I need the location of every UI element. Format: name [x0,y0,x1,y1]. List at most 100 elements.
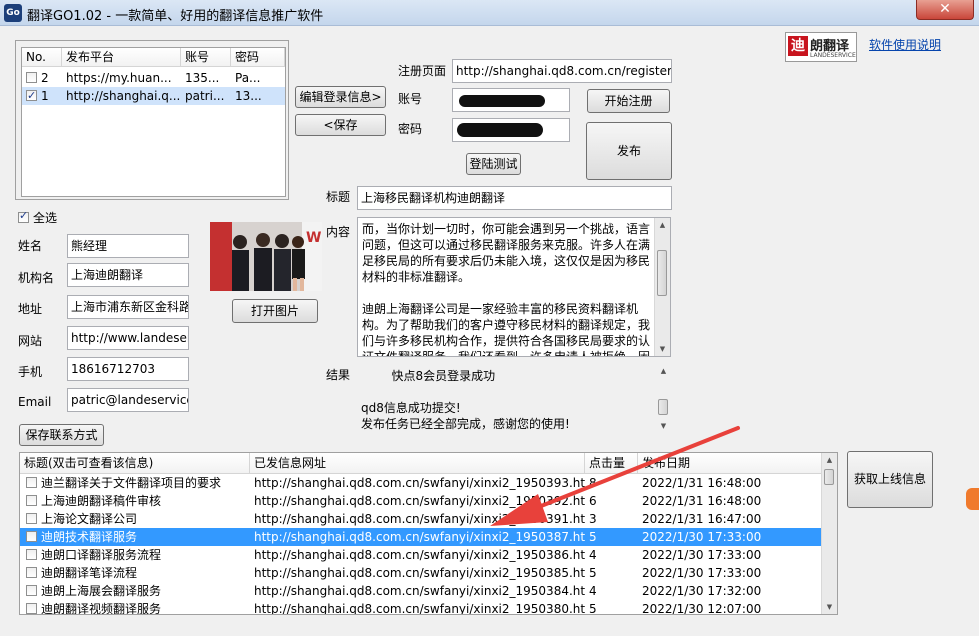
published-title: 上海迪朗翻译稿件审核 [41,494,162,508]
table-row[interactable]: 迪朗翻译笔译流程 http://shanghai.qd8.com.cn/swfan… [20,564,837,582]
app-icon: Go [4,4,22,22]
save-contact-button[interactable]: 保存联系方式 [19,424,104,446]
published-title: 迪朗技术翻译服务 [41,530,138,544]
scroll-down-arrow-icon[interactable]: ▼ [822,600,837,614]
table-row[interactable]: 迪朗上海展会翻译服务 http://shanghai.qd8.com.cn/swf… [20,582,837,600]
open-image-button[interactable]: 打开图片 [232,299,318,323]
close-button[interactable]: ✕ [916,0,974,20]
account-no: 2 [41,71,49,85]
account-password: Pa... [235,71,261,85]
edit-login-button[interactable]: 编辑登录信息> [295,86,386,108]
accounts-list[interactable]: No. 发布平台 账号 密码 2 https://my.huan... 135.… [21,47,286,197]
address-field[interactable]: 上海市浦东新区金科路 [67,295,189,319]
published-title: 迪朗翻译笔译流程 [41,566,138,580]
post-content-textarea[interactable]: 而，当你计划一切时，你可能会遇到另一个挑战，语言问题，但这可以通过移民翻译服务来… [357,217,671,357]
account-name: patri... [185,89,225,103]
post-title-label: 标题 [326,190,351,204]
published-url: http://shanghai.qd8.com.cn/swfanyi/xinxi… [254,566,585,580]
published-date: 2022/1/30 17:32:00 [642,584,762,598]
published-clicks: 5 [589,602,597,615]
published-title: 迪朗翻译视频翻译服务 [41,602,162,615]
email-field[interactable]: patric@landeservice.c [67,388,189,412]
select-all-checkbox-row[interactable]: 全选 [18,209,57,226]
account-platform: https://my.huan... [66,71,172,85]
row-title-cell: 迪朗上海展会翻译服务 [20,582,250,600]
account-row[interactable]: 1 http://shanghai.q... patri... 13... [22,87,285,105]
row-checkbox[interactable] [26,495,37,506]
published-clicks: 4 [589,584,597,598]
published-title: 上海论文翻译公司 [41,512,138,526]
phone-field[interactable]: 18616712703 [67,357,189,381]
table-row[interactable]: 迪朗口译翻译服务流程 http://shanghai.qd8.com.cn/swf… [20,546,837,564]
arrow-head-icon [490,494,548,526]
red-arrow-annotation [490,426,740,526]
window-title: 翻译GO1.02 - 一款简单、好用的翻译信息推广软件 [27,9,324,24]
account-checkbox[interactable] [26,87,37,105]
fetch-online-button[interactable]: 获取上线信息 [847,451,933,508]
row-checkbox[interactable] [26,477,37,488]
account-field[interactable] [452,88,570,112]
select-all-checkbox[interactable] [18,209,29,223]
account-password: 13... [235,89,262,103]
account-row[interactable]: 2 https://my.huan... 135... Pa... [22,69,285,87]
scroll-up-arrow-icon[interactable]: ▲ [656,364,671,378]
post-content-text: 而，当你计划一切时，你可能会遇到另一个挑战，语言问题，但这可以通过移民翻译服务来… [362,222,651,357]
row-title-cell: 上海论文翻译公司 [20,510,250,528]
content-scrollbar[interactable]: ▲ ▼ [654,218,670,356]
website-label: 网站 [18,334,43,348]
accounts-header-platform[interactable]: 发布平台 [62,48,181,66]
address-label: 地址 [18,302,43,316]
published-clicks: 5 [589,566,597,580]
org-field[interactable]: 上海迪朗翻译 [67,263,189,287]
edge-widget-icon[interactable] [966,488,979,510]
published-title: 迪兰翻译关于文件翻译项目的要求 [41,476,222,490]
name-label: 姓名 [18,239,43,253]
table-row[interactable]: 迪朗翻译视频翻译服务 http://shanghai.qd8.com.cn/swf… [20,600,837,615]
account-checkbox[interactable] [26,72,37,83]
published-date: 2022/1/30 17:33:00 [642,548,762,562]
row-checkbox[interactable] [26,513,37,524]
row-title-cell: 迪兰翻译关于文件翻译项目的要求 [20,474,250,492]
accounts-header-password[interactable]: 密码 [231,48,285,66]
name-field[interactable]: 熊经理 [67,234,189,258]
scroll-thumb[interactable] [824,469,834,485]
published-title: 迪朗上海展会翻译服务 [41,584,162,598]
scroll-up-arrow-icon[interactable]: ▲ [655,218,670,232]
logo-char: 迪 [788,36,808,56]
email-label: Email [18,395,52,409]
password-field[interactable] [452,118,570,142]
accounts-header-account[interactable]: 账号 [181,48,231,66]
svg-text:W: W [306,230,321,246]
row-checkbox[interactable] [26,603,37,614]
image-preview: W [210,222,322,291]
row-title-cell: 迪朗翻译视频翻译服务 [20,600,250,615]
accounts-header-no[interactable]: No. [22,48,62,66]
row-checkbox[interactable] [26,567,37,578]
published-title: 迪朗口译翻译服务流程 [41,548,162,562]
row-checkbox[interactable] [26,549,37,560]
redacted-password [457,123,543,137]
publish-button[interactable]: 发布 [586,122,672,180]
save-button[interactable]: <保存 [295,114,386,136]
row-checkbox[interactable] [26,531,37,542]
arrow-shaft [524,426,740,514]
published-scrollbar[interactable]: ▲ ▼ [821,453,837,614]
row-title-cell: 迪朗翻译笔译流程 [20,564,250,582]
post-title-field[interactable]: 上海移民翻译机构迪朗翻译 [357,186,672,210]
published-date: 2022/1/30 12:07:00 [642,602,762,615]
scroll-thumb[interactable] [657,250,667,296]
help-link[interactable]: 软件使用说明 [869,36,941,53]
website-field[interactable]: http://www.landeser [67,326,189,350]
row-checkbox[interactable] [26,585,37,596]
published-clicks: 4 [589,548,597,562]
account-platform: http://shanghai.q... [66,89,181,103]
start-register-button[interactable]: 开始注册 [587,89,670,113]
scroll-up-arrow-icon[interactable]: ▲ [822,453,837,467]
scroll-thumb[interactable] [658,399,668,415]
published-url: http://shanghai.qd8.com.cn/swfanyi/xinxi… [254,584,585,598]
scroll-down-arrow-icon[interactable]: ▼ [655,342,670,356]
register-url-field[interactable]: http://shanghai.qd8.com.cn/register.as [452,59,672,83]
register-page-label: 注册页面 [398,64,447,78]
login-test-button[interactable]: 登陆测试 [466,153,521,175]
published-header-title[interactable]: 标题(双击可查看该信息) [20,453,250,473]
